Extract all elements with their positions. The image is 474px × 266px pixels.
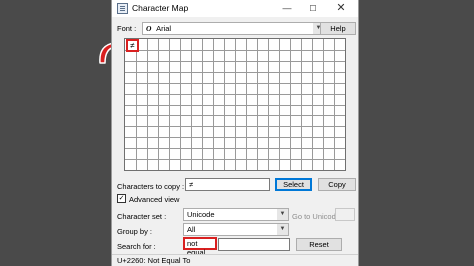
status-bar: U+2260: Not Equal To bbox=[112, 254, 358, 266]
chevron-down-icon[interactable]: ▼ bbox=[277, 224, 288, 235]
character-set-label: Character set : bbox=[117, 212, 167, 221]
font-label: Font : bbox=[117, 24, 137, 33]
search-for-label: Search for : bbox=[117, 242, 156, 251]
close-button[interactable]: ✕ bbox=[328, 0, 354, 17]
font-select[interactable]: O Arial ▼ bbox=[142, 22, 325, 35]
group-by-label: Group by : bbox=[117, 227, 153, 236]
opentype-font-icon: O bbox=[146, 24, 152, 33]
advanced-view-checkbox[interactable]: ✓ bbox=[117, 194, 126, 203]
maximize-button[interactable]: ☐ bbox=[300, 0, 326, 17]
search-input[interactable]: not equal bbox=[183, 237, 217, 257]
character-grid[interactable]: ≠ bbox=[124, 38, 346, 171]
go-to-unicode-field[interactable] bbox=[335, 208, 355, 221]
character-map-window: Character Map — ☐ ✕ Font : O Arial ▼ Hel… bbox=[111, 0, 359, 266]
character-set-select[interactable]: Unicode ▼ bbox=[183, 208, 289, 221]
character-map-icon bbox=[117, 3, 128, 14]
characters-to-copy-label: Characters to copy : bbox=[117, 182, 185, 191]
status-text: U+2260: Not Equal To bbox=[117, 256, 191, 265]
copy-button[interactable]: Copy bbox=[318, 178, 356, 191]
group-by-value: All bbox=[187, 225, 196, 234]
minimize-button[interactable]: — bbox=[274, 0, 300, 17]
help-button[interactable]: Help bbox=[320, 22, 356, 35]
characters-to-copy-field[interactable]: ≠ bbox=[185, 178, 270, 191]
character-grid-lines bbox=[125, 39, 345, 170]
select-button[interactable]: Select bbox=[275, 178, 312, 191]
advanced-view-label[interactable]: Advanced view bbox=[129, 195, 179, 204]
window-title: Character Map bbox=[132, 3, 189, 13]
font-value: Arial bbox=[156, 24, 172, 33]
chevron-down-icon[interactable]: ▼ bbox=[277, 209, 288, 220]
selected-character-cell[interactable]: ≠ bbox=[126, 39, 139, 52]
title-bar: Character Map — ☐ ✕ bbox=[112, 0, 358, 17]
search-input-remainder[interactable] bbox=[218, 238, 290, 251]
group-by-select[interactable]: All ▼ bbox=[183, 223, 289, 236]
reset-button[interactable]: Reset bbox=[296, 238, 342, 251]
character-set-value: Unicode bbox=[187, 210, 215, 219]
